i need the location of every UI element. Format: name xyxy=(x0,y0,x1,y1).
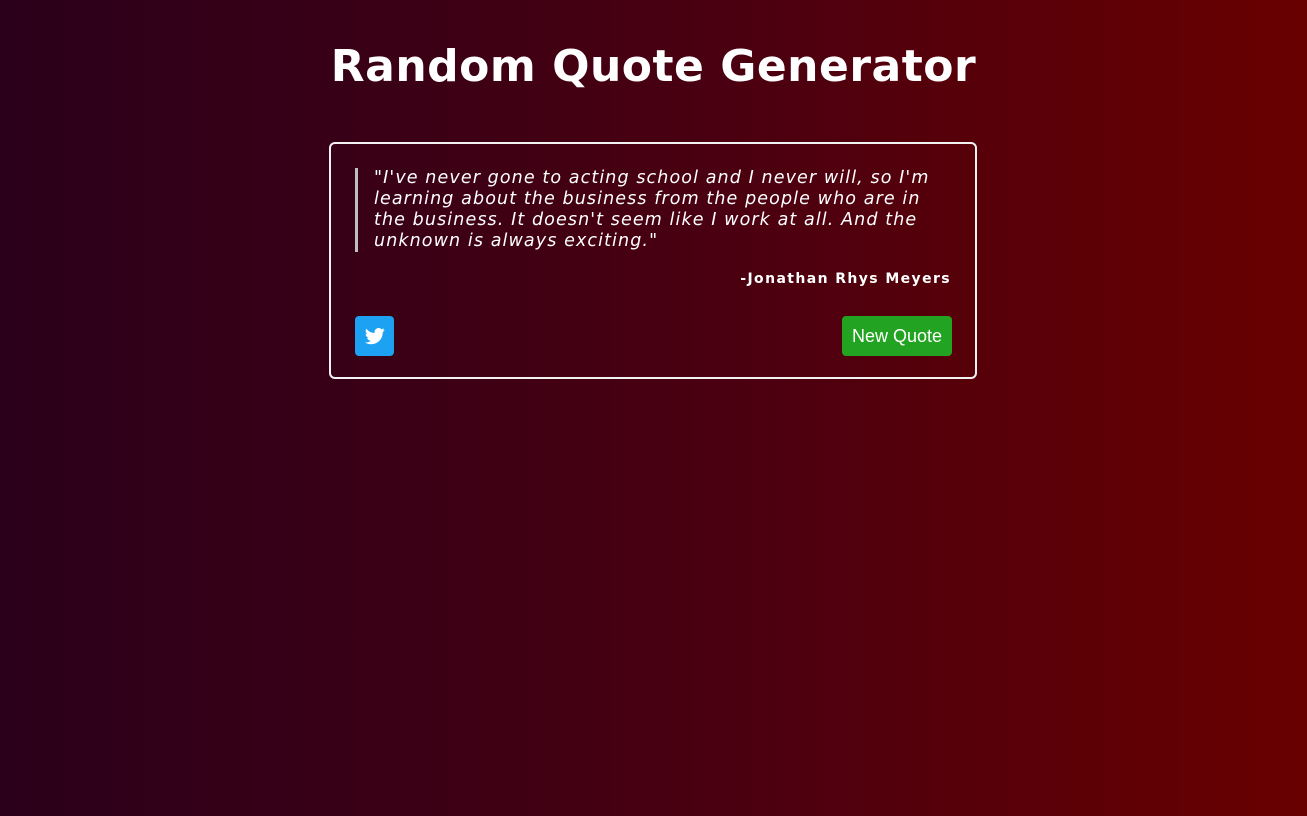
quote-card: "I've never gone to acting school and I … xyxy=(329,142,977,379)
quote-text: "I've never gone to acting school and I … xyxy=(374,168,930,251)
quote-block: "I've never gone to acting school and I … xyxy=(355,168,943,252)
twitter-icon xyxy=(364,326,385,346)
quote-author: -Jonathan Rhys Meyers xyxy=(740,271,951,287)
page-title: Random Quote Generator xyxy=(330,41,977,92)
new-quote-button[interactable]: New Quote xyxy=(842,316,952,356)
tweet-button[interactable] xyxy=(355,316,394,356)
